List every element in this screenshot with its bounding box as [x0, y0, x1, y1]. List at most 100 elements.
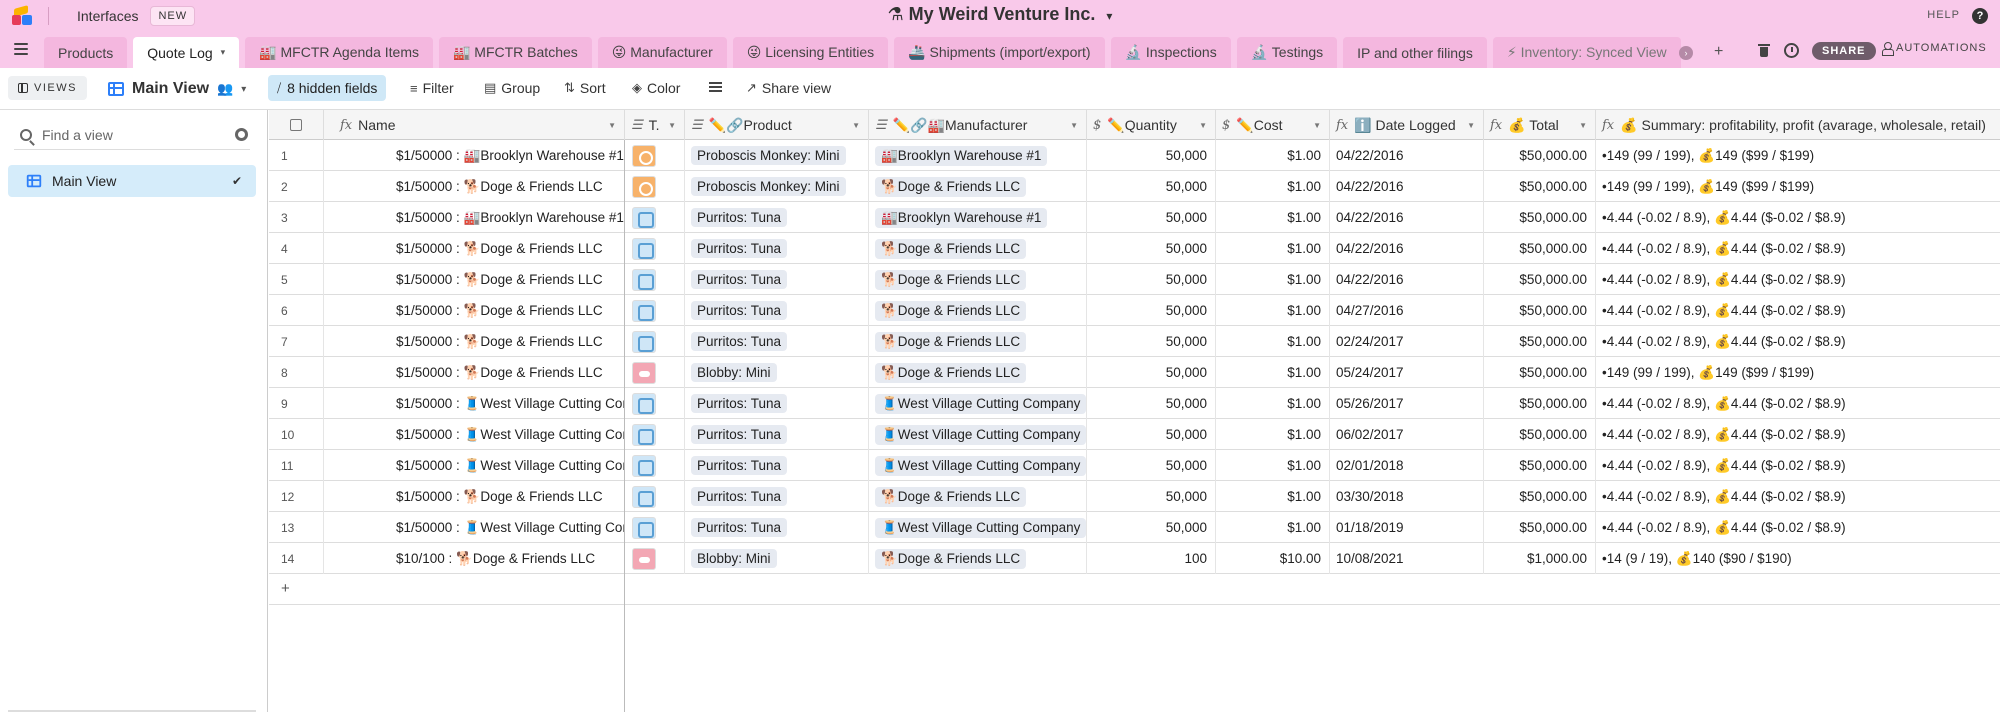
- tab-products[interactable]: Products: [44, 37, 128, 68]
- table-row[interactable]: 13 $1/50000 : 🧵West Village Cutting Compa…: [269, 512, 2000, 543]
- share-button[interactable]: SHARE: [1812, 42, 1876, 60]
- name-cell[interactable]: $1/50000 : 🏭Brooklyn Warehouse #1: [324, 140, 625, 171]
- chevron-down-icon[interactable]: ▾: [221, 47, 226, 58]
- attachment-thumbnail-icon[interactable]: [632, 516, 656, 539]
- sidebar-item-main-view[interactable]: Main View ✔: [8, 165, 256, 197]
- quantity-cell[interactable]: 50,000: [1087, 450, 1216, 481]
- product-cell[interactable]: Purritos: Tuna: [685, 326, 869, 357]
- attachment-thumbnail-icon[interactable]: [632, 547, 656, 570]
- name-cell[interactable]: $1/50000 : 🏭Brooklyn Warehouse #1: [324, 202, 625, 233]
- row-number[interactable]: 1: [269, 140, 324, 171]
- date-logged-cell[interactable]: 02/01/2018: [1330, 450, 1484, 481]
- total-cell[interactable]: $50,000.00: [1484, 326, 1596, 357]
- attachment-cell[interactable]: [625, 481, 685, 512]
- manufacturer-cell[interactable]: 🐕Doge & Friends LLC: [869, 233, 1087, 264]
- linked-record-pill[interactable]: 🏭Brooklyn Warehouse #1: [875, 145, 1048, 166]
- total-cell[interactable]: $50,000.00: [1484, 388, 1596, 419]
- date-logged-cell[interactable]: 04/27/2016: [1330, 295, 1484, 326]
- cost-cell[interactable]: $1.00: [1216, 326, 1330, 357]
- summary-cell[interactable]: •4.44 (-0.02 / 8.9), 💰4.44 ($-0.02 / $8.…: [1596, 388, 2000, 419]
- manufacturer-cell[interactable]: 🐕Doge & Friends LLC: [869, 357, 1087, 388]
- row-number[interactable]: 4: [269, 233, 324, 264]
- table-row[interactable]: 1 $1/50000 : 🏭Brooklyn Warehouse #1 Probos…: [269, 140, 2000, 171]
- product-cell[interactable]: Purritos: Tuna: [685, 481, 869, 512]
- linked-record-pill[interactable]: 🏭Brooklyn Warehouse #1: [875, 207, 1048, 228]
- product-cell[interactable]: Purritos: Tuna: [685, 295, 869, 326]
- attachment-thumbnail-icon[interactable]: [632, 268, 656, 291]
- total-cell[interactable]: $50,000.00: [1484, 419, 1596, 450]
- product-cell[interactable]: Purritos: Tuna: [685, 512, 869, 543]
- quantity-cell[interactable]: 50,000: [1087, 202, 1216, 233]
- date-logged-cell[interactable]: 04/22/2016: [1330, 264, 1484, 295]
- name-cell[interactable]: $1/50000 : 🐕Doge & Friends LLC: [324, 171, 625, 202]
- attachment-cell[interactable]: [625, 171, 685, 202]
- attachment-thumbnail-icon[interactable]: [632, 485, 656, 508]
- column-header-product[interactable]: ☰ ✏️🔗Product ▼: [685, 110, 869, 140]
- attachment-cell[interactable]: [625, 264, 685, 295]
- total-cell[interactable]: $50,000.00: [1484, 264, 1596, 295]
- find-view-input[interactable]: [42, 126, 222, 143]
- attachment-cell[interactable]: [625, 295, 685, 326]
- name-cell[interactable]: $1/50000 : 🧵West Village Cutting Company: [324, 388, 625, 419]
- row-number[interactable]: 13: [269, 512, 324, 543]
- quantity-cell[interactable]: 50,000: [1087, 357, 1216, 388]
- quantity-cell[interactable]: 50,000: [1087, 326, 1216, 357]
- summary-cell[interactable]: •4.44 (-0.02 / 8.9), 💰4.44 ($-0.02 / $8.…: [1596, 295, 2000, 326]
- attachment-thumbnail-icon[interactable]: [632, 361, 656, 384]
- manufacturer-cell[interactable]: 🏭Brooklyn Warehouse #1: [869, 140, 1087, 171]
- manufacturer-cell[interactable]: 🧵West Village Cutting Company: [869, 388, 1087, 419]
- cost-cell[interactable]: $1.00: [1216, 450, 1330, 481]
- manufacturer-cell[interactable]: 🐕Doge & Friends LLC: [869, 264, 1087, 295]
- tab-manufacturer[interactable]: 😜 Manufacturer: [597, 37, 727, 68]
- linked-record-pill[interactable]: Purritos: Tuna: [691, 270, 788, 289]
- product-cell[interactable]: Purritos: Tuna: [685, 264, 869, 295]
- table-row[interactable]: 14 $10/100 : 🐕Doge & Friends LLC Blobby: M…: [269, 543, 2000, 574]
- share-view-button[interactable]: ↗ Share view: [746, 75, 831, 101]
- tab-scroll-right-icon[interactable]: ›: [1679, 46, 1693, 60]
- total-cell[interactable]: $50,000.00: [1484, 233, 1596, 264]
- tab-mfctr-agenda-items[interactable]: 🏭 MFCTR Agenda Items: [245, 37, 433, 68]
- quantity-cell[interactable]: 50,000: [1087, 512, 1216, 543]
- row-number[interactable]: 9: [269, 388, 324, 419]
- airtable-logo-icon[interactable]: [12, 5, 34, 26]
- cost-cell[interactable]: $1.00: [1216, 171, 1330, 202]
- attachment-cell[interactable]: [625, 450, 685, 481]
- table-row[interactable]: 6 $1/50000 : 🐕Doge & Friends LLC Purritos:…: [269, 295, 2000, 326]
- summary-cell[interactable]: •149 (99 / 199), 💰149 ($99 / $199): [1596, 171, 2000, 202]
- attachment-thumbnail-icon[interactable]: [632, 175, 656, 198]
- add-record-icon[interactable]: +: [281, 580, 290, 597]
- linked-record-pill[interactable]: 🧵West Village Cutting Company: [875, 393, 1086, 414]
- product-cell[interactable]: Purritos: Tuna: [685, 450, 869, 481]
- column-header-date-logged[interactable]: fx ℹ️ Date Logged ▼: [1330, 110, 1484, 140]
- attachment-cell[interactable]: [625, 388, 685, 419]
- manufacturer-cell[interactable]: 🐕Doge & Friends LLC: [869, 543, 1087, 574]
- linked-record-pill[interactable]: 🐕Doge & Friends LLC: [875, 300, 1027, 321]
- cost-cell[interactable]: $1.00: [1216, 233, 1330, 264]
- tab-licensing-entities[interactable]: 😜 Licensing Entities: [732, 37, 889, 68]
- row-number[interactable]: 12: [269, 481, 324, 512]
- total-cell[interactable]: $50,000.00: [1484, 481, 1596, 512]
- cost-cell[interactable]: $1.00: [1216, 419, 1330, 450]
- attachment-thumbnail-icon[interactable]: [632, 454, 656, 477]
- row-number[interactable]: 11: [269, 450, 324, 481]
- frozen-column-divider[interactable]: [624, 140, 625, 712]
- row-number[interactable]: 6: [269, 295, 324, 326]
- attachment-thumbnail-icon[interactable]: [632, 392, 656, 415]
- table-row[interactable]: 4 $1/50000 : 🐕Doge & Friends LLC Purritos:…: [269, 233, 2000, 264]
- tab-testings[interactable]: 🔬 Testings: [1236, 37, 1338, 68]
- row-number[interactable]: 2: [269, 171, 324, 202]
- cost-cell[interactable]: $1.00: [1216, 264, 1330, 295]
- attachment-cell[interactable]: [625, 419, 685, 450]
- trash-icon[interactable]: [1758, 44, 1770, 57]
- total-cell[interactable]: $1,000.00: [1484, 543, 1596, 574]
- quantity-cell[interactable]: 50,000: [1087, 481, 1216, 512]
- menu-icon[interactable]: [14, 43, 28, 55]
- date-logged-cell[interactable]: 06/02/2017: [1330, 419, 1484, 450]
- linked-record-pill[interactable]: Purritos: Tuna: [691, 425, 788, 444]
- attachment-cell[interactable]: [625, 140, 685, 171]
- chevron-down-icon[interactable]: ▼: [1579, 121, 1587, 130]
- attachment-cell[interactable]: [625, 326, 685, 357]
- table-row[interactable]: 11 $1/50000 : 🧵West Village Cutting Compa…: [269, 450, 2000, 481]
- cost-cell[interactable]: $1.00: [1216, 202, 1330, 233]
- quantity-cell[interactable]: 50,000: [1087, 419, 1216, 450]
